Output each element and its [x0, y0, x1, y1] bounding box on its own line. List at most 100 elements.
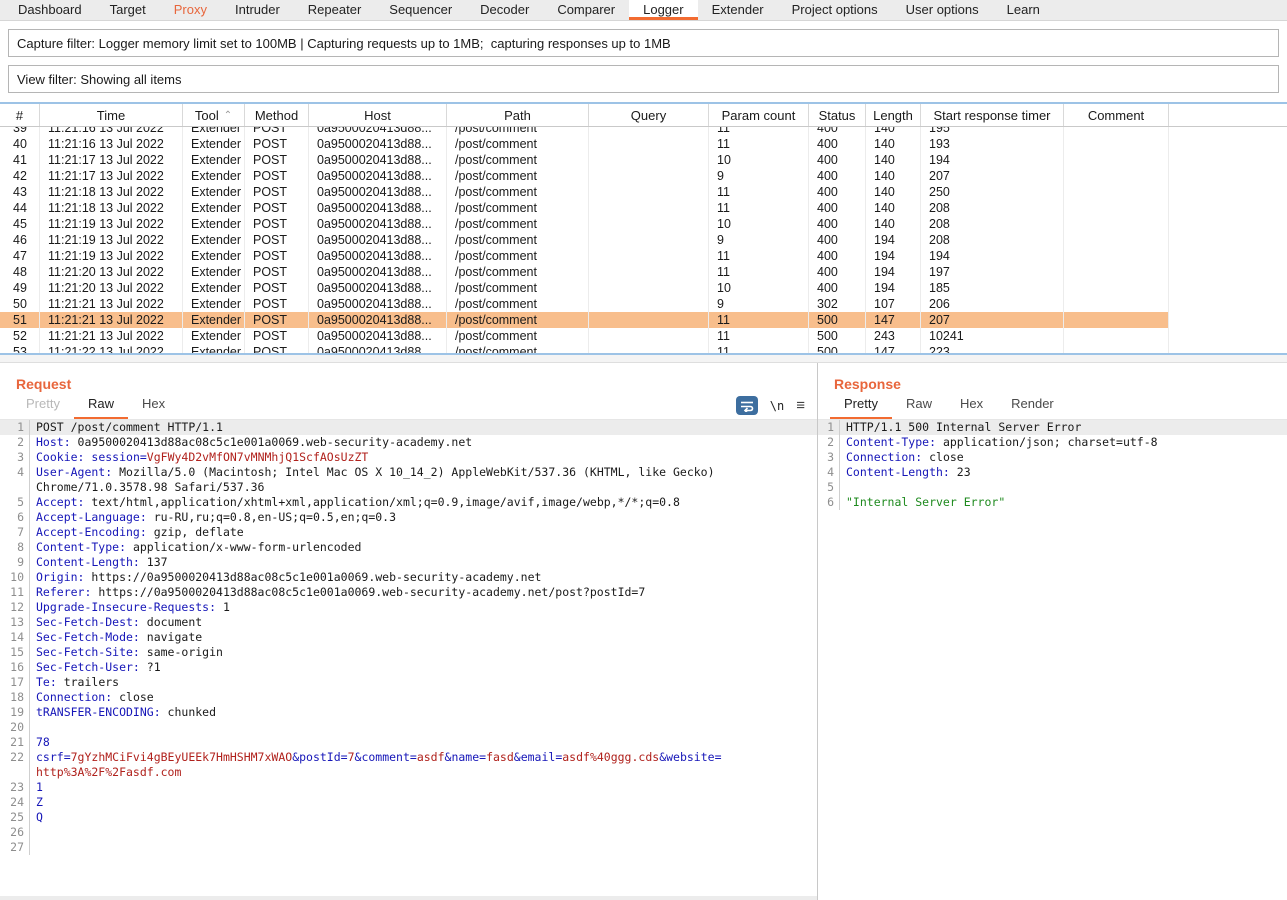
code-line: 11Referer: https://0a9500020413d88ac08c5… [0, 585, 817, 600]
response-tab-render[interactable]: Render [997, 392, 1068, 419]
table-row[interactable]: 4011:21:16 13 Jul 2022ExtenderPOST0a9500… [0, 136, 1287, 152]
response-title: Response [818, 363, 1287, 394]
response-editor[interactable]: 1HTTP/1.1 500 Internal Server Error2Cont… [818, 420, 1287, 892]
line-number: 23 [0, 780, 30, 795]
menu-item-sequencer[interactable]: Sequencer [375, 0, 466, 20]
column-header-length[interactable]: Length [866, 104, 921, 126]
menu-item-repeater[interactable]: Repeater [294, 0, 375, 20]
menu-item-project-options[interactable]: Project options [778, 0, 892, 20]
capture-filter-bar[interactable]: Capture filter: Logger memory limit set … [8, 29, 1279, 57]
menu-item-decoder[interactable]: Decoder [466, 0, 543, 20]
column-header-index[interactable]: # [0, 104, 40, 126]
menu-item-intruder[interactable]: Intruder [221, 0, 294, 20]
main-menu: DashboardTargetProxyIntruderRepeaterSequ… [0, 0, 1287, 21]
line-number: 3 [818, 450, 840, 465]
menu-item-comparer[interactable]: Comparer [543, 0, 629, 20]
line-number: 1 [818, 420, 840, 435]
menu-item-logger[interactable]: Logger [629, 0, 697, 20]
menu-item-target[interactable]: Target [96, 0, 160, 20]
line-number [0, 480, 30, 495]
line-number: 5 [818, 480, 840, 495]
code-line: 27 [0, 840, 817, 855]
menu-item-dashboard[interactable]: Dashboard [4, 0, 96, 20]
split-divider[interactable] [0, 355, 1287, 363]
code-line: 4User-Agent: Mozilla/5.0 (Macintosh; Int… [0, 465, 817, 480]
code-line: 1HTTP/1.1 500 Internal Server Error [818, 420, 1287, 435]
column-header-time[interactable]: Time [40, 104, 183, 126]
code-line: 9Content-Length: 137 [0, 555, 817, 570]
menu-item-user-options[interactable]: User options [892, 0, 993, 20]
column-header-comment[interactable]: Comment [1064, 104, 1169, 126]
code-line: 3Connection: close [818, 450, 1287, 465]
chevron-up-icon: ⌃ [224, 110, 232, 121]
code-line: 19tRANSFER-ENCODING: chunked [0, 705, 817, 720]
table-row[interactable]: 4211:21:17 13 Jul 2022ExtenderPOST0a9500… [0, 168, 1287, 184]
line-number: 11 [0, 585, 30, 600]
table-row[interactable]: 4111:21:17 13 Jul 2022ExtenderPOST0a9500… [0, 152, 1287, 168]
table-row[interactable]: 5211:21:21 13 Jul 2022ExtenderPOST0a9500… [0, 328, 1287, 344]
line-number: 24 [0, 795, 30, 810]
editor-menu-icon[interactable]: ≡ [796, 397, 805, 414]
code-line: 5 [818, 480, 1287, 495]
column-header-start-response-timer[interactable]: Start response timer [921, 104, 1064, 126]
message-editor-area: Request PrettyRawHex \n ≡ 1POST /post/co… [0, 363, 1287, 900]
code-line: 6Accept-Language: ru-RU,ru;q=0.8,en-US;q… [0, 510, 817, 525]
response-tab-raw[interactable]: Raw [892, 392, 946, 419]
menu-item-learn[interactable]: Learn [993, 0, 1054, 20]
line-number: 18 [0, 690, 30, 705]
code-line: 24Z [0, 795, 817, 810]
table-row[interactable]: 5311:21:22 13 Jul 2022ExtenderPOST0a9500… [0, 344, 1287, 353]
code-line: 4Content-Length: 23 [818, 465, 1287, 480]
code-line: 2Content-Type: application/json; charset… [818, 435, 1287, 450]
table-row[interactable]: 4711:21:19 13 Jul 2022ExtenderPOST0a9500… [0, 248, 1287, 264]
request-title: Request [0, 363, 817, 394]
column-header-param-count[interactable]: Param count [709, 104, 809, 126]
code-line: 12Upgrade-Insecure-Requests: 1 [0, 600, 817, 615]
line-number: 16 [0, 660, 30, 675]
column-header-path[interactable]: Path [447, 104, 589, 126]
code-line: 5Accept: text/html,application/xhtml+xml… [0, 495, 817, 510]
table-row[interactable]: 4311:21:18 13 Jul 2022ExtenderPOST0a9500… [0, 184, 1287, 200]
line-number: 7 [0, 525, 30, 540]
table-row[interactable]: 4811:21:20 13 Jul 2022ExtenderPOST0a9500… [0, 264, 1287, 280]
code-line: http%3A%2F%2Fasdf.com [0, 765, 817, 780]
request-tab-hex[interactable]: Hex [128, 392, 179, 419]
table-row[interactable]: 4511:21:19 13 Jul 2022ExtenderPOST0a9500… [0, 216, 1287, 232]
table-row[interactable]: 4911:21:20 13 Jul 2022ExtenderPOST0a9500… [0, 280, 1287, 296]
table-row[interactable]: 4611:21:19 13 Jul 2022ExtenderPOST0a9500… [0, 232, 1287, 248]
word-wrap-icon[interactable] [736, 396, 758, 415]
request-editor[interactable]: 1POST /post/comment HTTP/1.12Host: 0a950… [0, 420, 817, 884]
code-line: 14Sec-Fetch-Mode: navigate [0, 630, 817, 645]
table-row[interactable]: 5011:21:21 13 Jul 2022ExtenderPOST0a9500… [0, 296, 1287, 312]
code-line: 8Content-Type: application/x-www-form-ur… [0, 540, 817, 555]
line-number: 14 [0, 630, 30, 645]
column-header-method[interactable]: Method [245, 104, 309, 126]
table-row[interactable]: 5111:21:21 13 Jul 2022ExtenderPOST0a9500… [0, 312, 1287, 328]
view-filter-bar[interactable]: View filter: Showing all items [8, 65, 1279, 93]
menu-item-extender[interactable]: Extender [698, 0, 778, 20]
table-row[interactable]: 4411:21:18 13 Jul 2022ExtenderPOST0a9500… [0, 200, 1287, 216]
code-line: 26 [0, 825, 817, 840]
line-number: 2 [818, 435, 840, 450]
line-number: 25 [0, 810, 30, 825]
request-hscrollbar[interactable] [0, 896, 817, 900]
request-tab-icons: \n ≡ [736, 396, 805, 415]
table-row[interactable]: 3911:21:16 13 Jul 2022ExtenderPOST0a9500… [0, 127, 1287, 136]
column-header-status[interactable]: Status [809, 104, 866, 126]
request-tab-pretty[interactable]: Pretty [12, 392, 74, 419]
response-tab-pretty[interactable]: Pretty [830, 392, 892, 419]
code-line: 2Host: 0a9500020413d88ac08c5c1e001a0069.… [0, 435, 817, 450]
line-number: 26 [0, 825, 30, 840]
code-line: 18Connection: close [0, 690, 817, 705]
menu-item-proxy[interactable]: Proxy [160, 0, 221, 20]
response-tab-hex[interactable]: Hex [946, 392, 997, 419]
column-header-filler [1169, 104, 1287, 126]
newline-toggle-icon[interactable]: \n [770, 399, 784, 413]
line-number: 19 [0, 705, 30, 720]
line-number: 2 [0, 435, 30, 450]
line-number: 15 [0, 645, 30, 660]
request-tab-raw[interactable]: Raw [74, 392, 128, 419]
column-header-host[interactable]: Host [309, 104, 447, 126]
column-header-query[interactable]: Query [589, 104, 709, 126]
column-header-tool[interactable]: Tool⌃ [183, 104, 245, 126]
